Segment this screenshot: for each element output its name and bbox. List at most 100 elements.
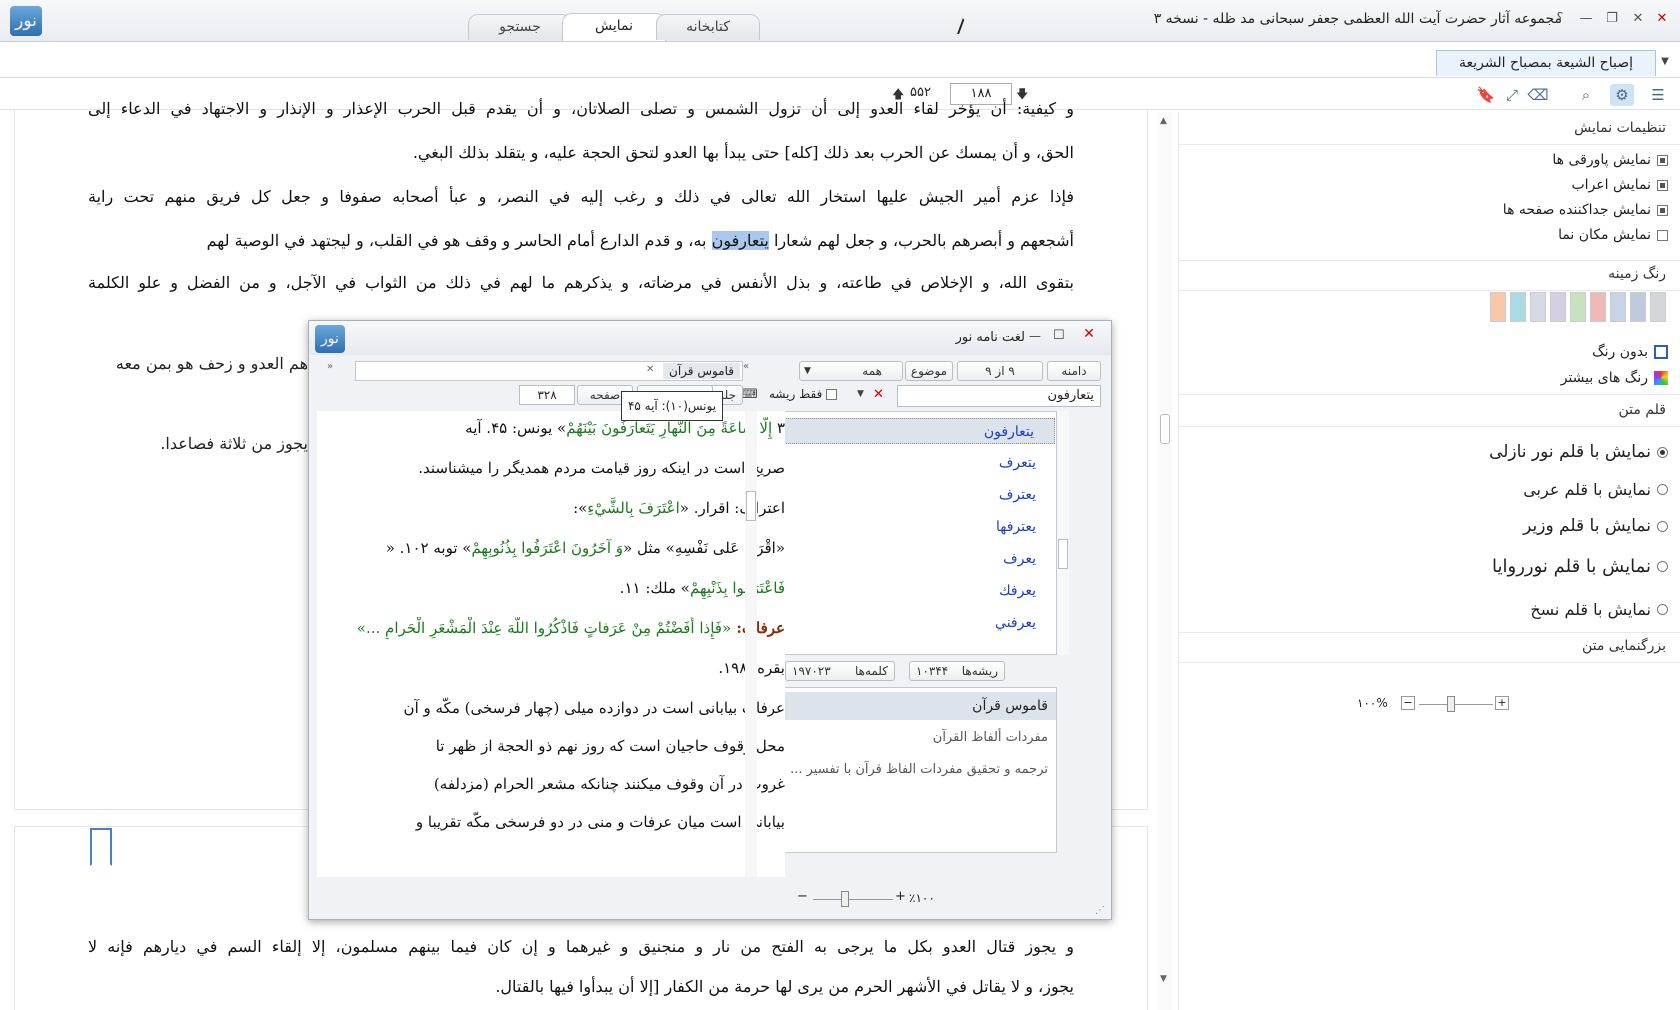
radio-font-arabic[interactable]: نمایش با قلم عربی — [1523, 480, 1668, 499]
checkbox-footnotes[interactable]: نمایش پاورقی ها — [1552, 152, 1668, 168]
list-item[interactable]: يعرف — [770, 546, 1056, 572]
dialog-minimize-icon[interactable]: — — [1029, 329, 1041, 343]
dialog-zoom-track[interactable] — [813, 899, 893, 900]
scope-button[interactable]: دامنه — [1047, 361, 1101, 381]
radio-button[interactable] — [1657, 446, 1668, 458]
dictionary-item-selected[interactable]: قاموس قرآن — [772, 692, 1056, 720]
checkbox-box[interactable] — [826, 388, 838, 400]
zoom-slider-track[interactable] — [1419, 704, 1493, 705]
zoom-title: بزرگنمایی متن — [1581, 638, 1666, 654]
settings-panel: تنظیمات نمایش نمایش پاورقی ها نمایش اعرا… — [1178, 112, 1680, 1010]
dialog-zoom-thumb[interactable] — [841, 891, 849, 907]
more-colors-option[interactable]: رنگ های بیشتر — [1561, 370, 1668, 386]
radio-button[interactable] — [1657, 604, 1668, 615]
dictionary-item[interactable]: مفردات ألفاظ القرآن — [772, 724, 1056, 752]
definition-scrollbar[interactable] — [745, 411, 757, 877]
radio-button[interactable] — [1657, 520, 1668, 532]
restore-icon[interactable]: ❐ — [1602, 9, 1622, 29]
text-line: بیابانی است میان عرفات و منی در دو فرسخی… — [415, 813, 785, 831]
zoom-slider-thumb[interactable] — [1447, 696, 1455, 712]
tab-search[interactable]: جستجو — [468, 14, 572, 40]
nav-back-icon[interactable]: « — [743, 361, 749, 372]
radio-button[interactable] — [1657, 561, 1668, 572]
zoom-out-button[interactable]: − — [1401, 696, 1415, 710]
color-swatch[interactable] — [1570, 292, 1586, 322]
document-scrollbar[interactable]: ▲ ▼ — [1158, 112, 1172, 1010]
color-swatch[interactable] — [1510, 292, 1526, 322]
scroll-down-icon[interactable]: ▼ — [1160, 974, 1167, 984]
radio-font-naskh[interactable]: نمایش با قلم نسخ — [1530, 600, 1668, 619]
dialog-close-icon[interactable]: ✕ — [1079, 326, 1099, 346]
radio-font-vazir[interactable]: نمایش با قلم وزیر — [1523, 516, 1668, 536]
checkbox-box[interactable] — [1657, 179, 1668, 191]
no-color-box[interactable] — [1654, 345, 1668, 359]
verse-tooltip: یونس(۱۰): آیه ۴۵ — [621, 391, 723, 421]
highlighted-word[interactable]: يتعارفون — [711, 231, 769, 250]
list-icon[interactable]: ☰ — [1646, 84, 1670, 106]
list-item[interactable]: يتعرف — [770, 450, 1056, 476]
topic-button[interactable]: موضوع — [905, 361, 953, 381]
radio-button[interactable] — [1657, 484, 1668, 495]
checkbox-cursor[interactable]: نمایش مکان نما — [1558, 227, 1668, 243]
resize-grip-icon[interactable]: ⋰ — [1095, 905, 1105, 916]
no-color-option[interactable]: بدون رنگ — [1592, 344, 1668, 360]
dialog-maximize-icon[interactable]: ☐ — [1053, 328, 1065, 343]
topic-select[interactable]: همه ▼ — [799, 361, 903, 381]
fullscreen-icon[interactable]: ⤢ — [1500, 84, 1524, 106]
minimize-icon[interactable]: — — [1576, 9, 1596, 29]
close-outline-icon[interactable]: ✕ — [1628, 9, 1648, 29]
radio-font-noorroya[interactable]: نمایش با قلم نورروایا — [1492, 556, 1668, 577]
list-item[interactable]: يعترفها — [770, 514, 1056, 540]
word-search-input[interactable]: يتعارفون — [897, 385, 1101, 407]
count-label: ۹ از ۹ — [957, 361, 1043, 381]
dialog-zoom-in-button[interactable]: + — [895, 889, 906, 904]
list-item-selected[interactable]: يتعارفون — [771, 418, 1055, 444]
window-title: مجموعه آثار حضرت آیت الله العظمی جعفر سب… — [1153, 11, 1562, 27]
color-swatch[interactable] — [1630, 292, 1646, 322]
checkbox-page-separators[interactable]: نمایش جداکننده صفحه ها — [1503, 202, 1668, 218]
doc-tab[interactable]: إصباح الشيعة بمصباح الشريعة — [1436, 50, 1656, 76]
eraser-icon[interactable]: ⌫ — [1526, 84, 1550, 106]
dialog-zoom-out-button[interactable]: − — [797, 889, 808, 904]
word-list-scrollbar[interactable] — [1057, 411, 1069, 655]
color-swatch[interactable] — [1550, 292, 1566, 322]
clear-search-icon[interactable]: ✕ — [873, 387, 884, 402]
checkbox-diacritics[interactable]: نمایش اعراب — [1572, 177, 1668, 193]
list-item[interactable]: يعرفني — [770, 610, 1056, 636]
color-swatch[interactable] — [1490, 292, 1506, 322]
scroll-thumb[interactable] — [746, 491, 756, 521]
scroll-thumb[interactable] — [1058, 539, 1068, 569]
breadcrumb[interactable]: قاموس قرآن — [663, 363, 740, 379]
bookmark-icon[interactable]: 🔖 — [1474, 84, 1498, 106]
dictionary-item[interactable]: ترجمه و تحقیق مفردات الفاظ قرآن با تفسیر… — [772, 756, 1056, 784]
scroll-thumb[interactable] — [1160, 414, 1170, 444]
search-icon[interactable]: ⌕ — [1574, 84, 1598, 106]
gear-icon[interactable]: ⚙ — [1610, 84, 1634, 106]
color-swatch[interactable] — [1610, 292, 1626, 322]
radio-font-nazli[interactable]: نمایش با قلم نور نازلی — [1489, 442, 1668, 462]
nav-forward-icon[interactable]: » — [327, 361, 333, 372]
checkbox-box[interactable] — [1657, 154, 1668, 166]
close-window-icon[interactable]: ✕ — [1652, 9, 1672, 29]
checkbox-box[interactable] — [1657, 229, 1668, 241]
page-input[interactable]: ۳۲۸ — [519, 385, 575, 405]
only-root-option[interactable]: فقط ریشه — [769, 387, 838, 401]
tab-library[interactable]: کتابخانه — [656, 14, 760, 40]
palette-icon[interactable] — [1654, 371, 1668, 385]
checkbox-box[interactable] — [1657, 204, 1668, 216]
list-item[interactable]: يعترف — [770, 482, 1056, 508]
checkbox-label: نمایش پاورقی ها — [1552, 152, 1651, 168]
zoom-in-button[interactable]: + — [1495, 696, 1509, 710]
color-swatch[interactable] — [1650, 292, 1666, 322]
color-swatch[interactable] — [1590, 292, 1606, 322]
color-swatch[interactable] — [1530, 292, 1546, 322]
tab-display[interactable]: نمایش — [562, 13, 666, 41]
breadcrumb-close-icon[interactable]: ✕ — [646, 364, 654, 375]
separator — [1179, 260, 1680, 261]
text-line: غروب در آن وقوف میكنند چنانكه مشعر الحرا… — [433, 775, 785, 793]
list-item[interactable]: يعرفك — [770, 578, 1056, 604]
scroll-up-icon[interactable]: ▲ — [1160, 116, 1167, 126]
help-icon[interactable]: ؟ — [1550, 9, 1570, 29]
search-dropdown-icon[interactable]: ▼ — [857, 389, 864, 399]
chevron-down-icon[interactable]: ▼ — [1656, 56, 1674, 74]
